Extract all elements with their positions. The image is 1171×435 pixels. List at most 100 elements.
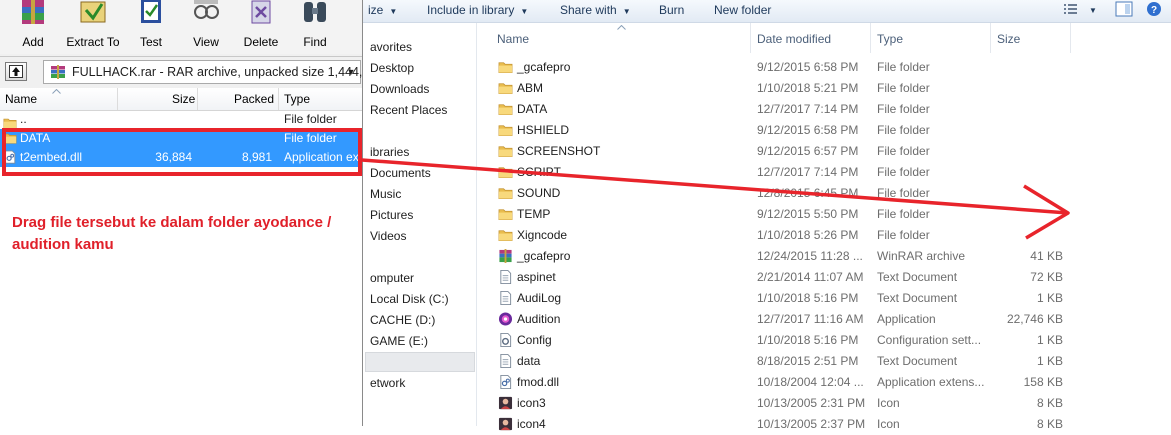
nav-item-cache-d[interactable]: CACHE (D:) — [370, 313, 435, 327]
archive-row[interactable]: .. File folder — [0, 112, 362, 130]
file-row[interactable]: ABM 1/10/2018 5:21 PM File folder — [489, 78, 1171, 99]
column-header-size[interactable]: Size — [997, 32, 1020, 46]
folder-icon — [3, 116, 17, 130]
organize-label: ize — [368, 3, 384, 17]
column-header-size[interactable]: Size — [172, 92, 195, 106]
nav-item-pictures[interactable]: Pictures — [370, 208, 413, 222]
file-type: Application extens... — [877, 375, 985, 389]
archive-path-combobox[interactable]: FULLHACK.rar - RAR archive, unpacked siz… — [43, 60, 362, 84]
find-label: Find — [303, 35, 327, 49]
winrar-path-bar: FULLHACK.rar - RAR archive, unpacked siz… — [0, 56, 362, 87]
find-button[interactable]: Find — [296, 0, 334, 52]
file-row[interactable]: SCRIPT 12/7/2017 7:14 PM File folder — [489, 162, 1171, 183]
file-type: Application — [877, 312, 936, 326]
nav-item-game-e[interactable]: GAME (E:) — [370, 334, 428, 348]
nav-item-music[interactable]: Music — [370, 187, 401, 201]
share-with-menu[interactable]: Share with ▼ — [560, 3, 631, 17]
file-row[interactable]: HSHIELD 9/12/2015 6:58 PM File folder — [489, 120, 1171, 141]
sort-ascending-icon — [617, 25, 626, 30]
add-icon — [22, 0, 44, 24]
file-type: File folder — [877, 102, 930, 116]
file-row[interactable]: aspinet 2/21/2014 11:07 AM Text Document 72… — [489, 267, 1171, 288]
file-row[interactable]: DATA 12/7/2017 7:14 PM File folder — [489, 99, 1171, 120]
add-button[interactable]: Add — [7, 0, 59, 52]
file-date-modified: 12/7/2017 7:14 PM — [757, 102, 859, 116]
file-row[interactable]: SCREENSHOT 9/12/2015 6:57 PM File folder — [489, 141, 1171, 162]
file-row[interactable]: Config 1/10/2018 5:16 PM Configuration set… — [489, 330, 1171, 351]
column-header-type[interactable]: Type — [877, 32, 903, 46]
extract-to-icon — [80, 1, 106, 23]
burn-button[interactable]: Burn — [659, 3, 684, 17]
up-arrow-icon — [9, 65, 23, 78]
column-header-name[interactable]: Name — [497, 32, 529, 46]
folder-icon — [498, 186, 513, 200]
file-row[interactable]: AudiLog 1/10/2018 5:16 PM Text Document 1 K… — [489, 288, 1171, 309]
file-row[interactable]: data 8/18/2015 2:51 PM Text Document 1 KB — [489, 351, 1171, 372]
nav-item-downloads[interactable]: Downloads — [370, 82, 429, 96]
text-file-icon — [498, 354, 513, 368]
file-row[interactable]: fmod.dll 10/18/2004 12:04 ... Application … — [489, 372, 1171, 393]
nav-item-avorites[interactable]: avorites — [370, 40, 412, 54]
file-name: DATA — [517, 102, 548, 116]
file-name: ABM — [517, 81, 544, 95]
file-name: SCREENSHOT — [517, 144, 601, 158]
archive-row-type: Application ex — [284, 150, 359, 164]
file-type: Text Document — [877, 354, 958, 368]
file-date-modified: 9/12/2015 5:50 PM — [757, 207, 859, 221]
file-row[interactable]: Audition 12/7/2017 11:16 AM Application 22,… — [489, 309, 1171, 330]
text-file-icon — [498, 270, 513, 284]
file-type: File folder — [877, 81, 930, 95]
delete-button[interactable]: Delete — [240, 0, 282, 52]
column-header-name[interactable]: Name — [5, 92, 37, 106]
file-row[interactable]: Xigncode 1/10/2018 5:26 PM File folder — [489, 225, 1171, 246]
nav-item-recent-places[interactable]: Recent Places — [370, 103, 447, 117]
file-row[interactable]: TEMP 9/12/2015 5:50 PM File folder — [489, 204, 1171, 225]
nav-item-local-disk-c[interactable]: Local Disk (C:) — [370, 292, 449, 306]
file-date-modified: 1/10/2018 5:26 PM — [757, 228, 859, 242]
column-header-packed[interactable]: Packed — [234, 92, 274, 106]
file-row[interactable]: SOUND 12/8/2015 6:45 PM File folder — [489, 183, 1171, 204]
rar-archive-icon — [51, 65, 65, 79]
nav-item-omputer[interactable]: omputer — [370, 271, 414, 285]
view-button[interactable]: View — [185, 0, 227, 52]
column-header-type[interactable]: Type — [284, 92, 310, 106]
organize-menu[interactable]: ize ▼ — [368, 3, 397, 17]
test-button[interactable]: Test — [132, 0, 170, 52]
include-in-library-menu[interactable]: Include in library ▼ — [427, 3, 528, 17]
archive-row-size: 36,884 — [155, 150, 192, 164]
nav-item-desktop[interactable]: Desktop — [370, 61, 414, 75]
file-size: 8 KB — [1036, 417, 1063, 431]
new-folder-button[interactable]: New folder — [714, 3, 771, 17]
help-icon[interactable]: ? — [1146, 1, 1162, 20]
view-options-caret-icon[interactable]: ▼ — [1089, 6, 1097, 15]
archive-row[interactable]: DATA File folder — [0, 129, 362, 148]
preview-pane-icon[interactable] — [1115, 1, 1133, 20]
chevron-down-icon[interactable]: ▼ — [344, 63, 358, 81]
up-one-level-button[interactable] — [5, 62, 27, 81]
file-row[interactable]: icon4 10/13/2005 2:37 PM Icon 8 KB — [489, 414, 1171, 435]
nav-item-videos[interactable]: Videos — [370, 229, 406, 243]
file-date-modified: 2/21/2014 11:07 AM — [757, 270, 864, 284]
file-type: Icon — [877, 396, 900, 410]
file-size: 41 KB — [1030, 249, 1063, 263]
change-view-icon[interactable] — [1063, 2, 1079, 19]
column-header-date-modified[interactable]: Date modified — [757, 32, 831, 46]
file-date-modified: 9/12/2015 6:58 PM — [757, 123, 859, 137]
nav-item-documents[interactable]: Documents — [370, 166, 431, 180]
archive-row[interactable]: t2embed.dll 36,884 8,981 Application ex — [0, 148, 362, 167]
image-icon — [498, 396, 513, 410]
nav-item-etwork[interactable]: etwork — [370, 376, 405, 390]
file-row[interactable]: _gcafepro 9/12/2015 6:58 PM File folder — [489, 57, 1171, 78]
file-size: 1 KB — [1036, 333, 1063, 347]
file-name: AudiLog — [517, 291, 562, 305]
file-row[interactable]: icon3 10/13/2005 2:31 PM Icon 8 KB — [489, 393, 1171, 414]
file-row[interactable]: _gcafepro 12/24/2015 11:28 ... WinRAR arch… — [489, 246, 1171, 267]
extract-to-button[interactable]: Extract To — [64, 0, 122, 52]
nav-item-ibraries[interactable]: ibraries — [370, 145, 409, 159]
file-date-modified: 12/8/2015 6:45 PM — [757, 186, 859, 200]
folder-icon — [498, 207, 513, 221]
file-size: 22,746 KB — [1006, 312, 1063, 326]
test-icon — [141, 0, 161, 23]
test-label: Test — [139, 35, 162, 49]
file-date-modified: 1/10/2018 5:16 PM — [757, 333, 859, 347]
